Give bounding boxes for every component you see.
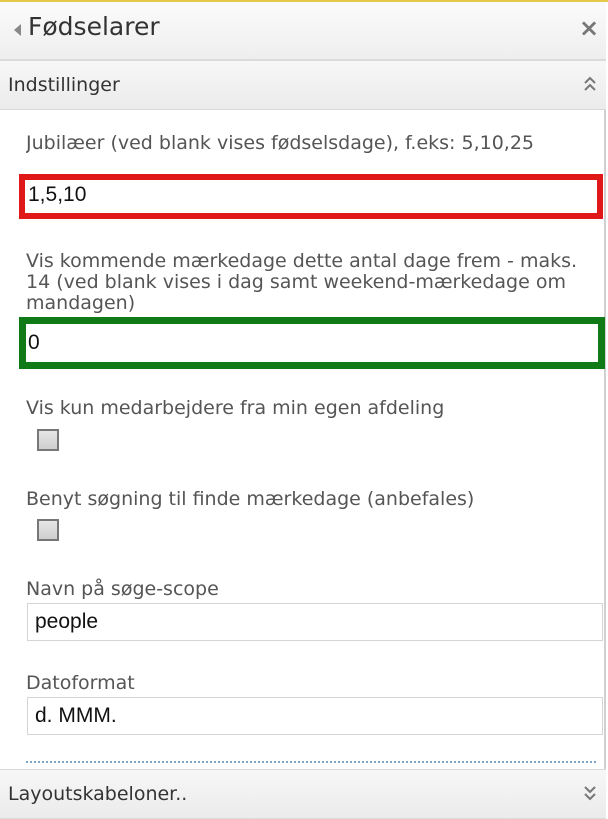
jubilees-input[interactable]: 1,5,10 [19,174,603,219]
upcoming-days-label: Vis kommende mærkedage dette antal dage … [26,251,578,314]
date-format-label: Datoformat [26,672,135,694]
search-scope-label: Navn på søge-scope [26,578,219,600]
use-search-label: Benyt søgning til finde mærkedage (anbef… [26,488,475,510]
tool-pane-title: Fødselarer [28,12,160,41]
tool-pane: Fødselarer × Indstillinger Jubilæer (ved… [0,0,608,819]
date-format-input[interactable]: d. MMM. [27,697,603,735]
collapse-left-icon[interactable] [14,24,21,36]
tool-pane-title-bar: Fødselarer × [0,2,606,60]
layout-section-header[interactable]: Layoutskabeloner.. [0,769,606,819]
jubilees-value: 1,5,10 [28,183,87,206]
own-department-checkbox[interactable] [37,429,59,451]
layout-section-title: Layoutskabeloner.. [8,783,188,805]
settings-section-header[interactable]: Indstillinger [0,60,606,110]
chevron-up-double-icon[interactable] [583,74,597,94]
upcoming-days-input[interactable]: 0 [19,317,605,369]
jubilees-label: Jubilæer (ved blank vises fødselsdage), … [26,133,535,154]
section-divider [26,761,596,763]
upcoming-days-value: 0 [28,331,40,354]
chevron-down-double-icon[interactable] [583,783,597,803]
search-scope-input[interactable]: people [27,603,603,641]
own-department-label: Vis kun medarbejdere fra min egen afdeli… [26,397,445,419]
use-search-checkbox[interactable] [37,519,59,541]
settings-section-title: Indstillinger [8,74,120,96]
close-icon[interactable]: × [579,16,599,40]
